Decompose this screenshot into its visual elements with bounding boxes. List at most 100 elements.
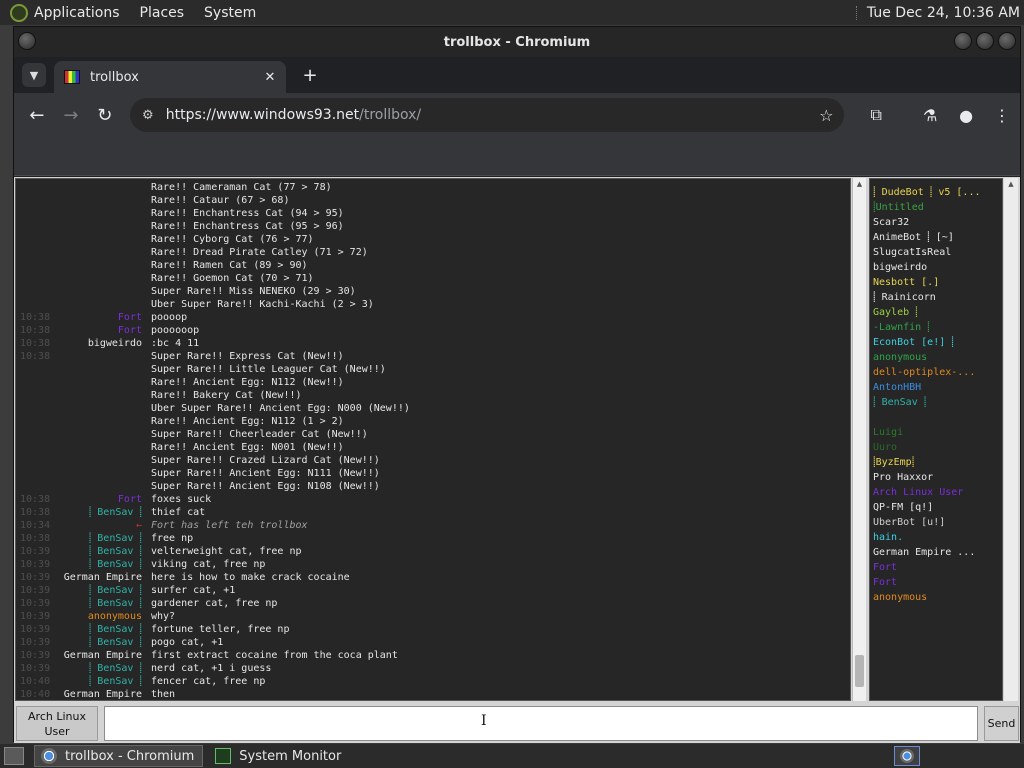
user-list-item[interactable]: SlugcatIsReal (870, 245, 1002, 260)
message-nick[interactable]: bigweirdo (88, 337, 142, 350)
reload-button[interactable]: ↻ (88, 98, 122, 132)
close-tab-icon[interactable]: ✕ (260, 70, 280, 85)
show-desktop-icon[interactable] (4, 747, 24, 765)
message-nick[interactable]: ⸽ BenSav ⸽ (89, 597, 142, 610)
message-text: surfer cat, +1 (151, 585, 236, 596)
user-list-item[interactable]: AntonHBH (870, 380, 1002, 395)
nickname-button[interactable]: Arch Linux User (16, 706, 98, 741)
menu-system[interactable]: System (204, 5, 256, 21)
menu-places[interactable]: Places (140, 5, 185, 21)
user-list-item[interactable]: QP-FM [q!] (870, 500, 1002, 515)
user-list-item[interactable]: Gayleb ⸽ (870, 305, 1002, 320)
forward-button[interactable]: → (54, 98, 88, 132)
message-nick[interactable]: ⸽ BenSav ⸽ (89, 545, 142, 558)
user-list-item[interactable]: dell-optiplex-... (870, 365, 1002, 380)
window-menu-icon[interactable] (18, 32, 36, 50)
user-list-item[interactable]: ⸽ Rainicorn (870, 290, 1002, 305)
message-nick[interactable]: German Empire (64, 571, 142, 584)
user-list-item[interactable]: Pro Haxxor (870, 470, 1002, 485)
browser-menu-icon[interactable]: ⋮ (984, 98, 1020, 132)
message-nick[interactable]: Fort (118, 311, 142, 324)
user-list-item[interactable] (870, 410, 1002, 425)
user-list-item[interactable]: Luigi (870, 425, 1002, 440)
user-list-item[interactable]: hain. (870, 530, 1002, 545)
message-text: Super Rare!! Ancient Egg: N108 (New!!) (151, 481, 380, 492)
url-host: https://www.windows93.net (165, 107, 360, 123)
user-list-item[interactable]: Scar32 (870, 215, 1002, 230)
send-button[interactable]: Send (984, 706, 1019, 741)
scroll-thumb[interactable] (855, 655, 864, 687)
scroll-up-arrow-icon[interactable]: ▲ (1004, 178, 1018, 190)
user-list-item[interactable]: UberBot [u!] (870, 515, 1002, 530)
message-nick[interactable]: ⸽ BenSav ⸽ (89, 662, 142, 675)
nickname-line-2: User (44, 725, 70, 738)
user-list-item[interactable]: Arch Linux User (870, 485, 1002, 500)
user-list-item[interactable]: Uuro (870, 440, 1002, 455)
chat-message: Rare!! Bakery Cat (New!!) (16, 389, 850, 402)
bookmark-star-icon[interactable]: ☆ (808, 106, 844, 125)
menu-applications[interactable]: Applications (34, 5, 120, 21)
tab-search-button[interactable]: ▼ (22, 63, 46, 87)
message-nick[interactable]: ⸽ BenSav ⸽ (89, 558, 142, 571)
message-text: Rare!! Ancient Egg: N112 (New!!) (151, 377, 344, 388)
chat-message: 10:38 Fort poooop (16, 311, 850, 324)
message-nick[interactable]: ⸽ BenSav ⸽ (89, 623, 142, 636)
clock[interactable]: Tue Dec 24, 10:36 AM (867, 5, 1020, 21)
message-nick[interactable]: ⸽ BenSav ⸽ (89, 636, 142, 649)
close-window-icon[interactable] (998, 32, 1016, 50)
user-list-item[interactable]: German Empire ... (870, 545, 1002, 560)
user-list-item[interactable]: AnimeBot ⸽ [~] (870, 230, 1002, 245)
user-list-item[interactable]: ⸽ByzEmp⸽ (870, 455, 1002, 470)
user-list-scrollbar[interactable]: ▲ (1004, 178, 1018, 701)
message-nick[interactable]: ⸽ BenSav ⸽ (89, 584, 142, 597)
user-list-item[interactable]: bigweirdo (870, 260, 1002, 275)
window-titlebar[interactable]: trollbox - Chromium (14, 27, 1020, 57)
task-system-monitor[interactable]: System Monitor (209, 745, 349, 767)
message-nick[interactable]: Fort (118, 324, 142, 337)
tray-chromium-icon[interactable] (894, 746, 920, 766)
message-nick[interactable]: Fort (118, 493, 142, 506)
user-list-item[interactable]: ⸽Untitled (870, 200, 1002, 215)
address-bar[interactable]: ⚙ https://www.windows93.net/trollbox/ ☆ (129, 98, 845, 132)
user-list-item[interactable]: ⸽ DudeBot ⸽ v5 [... (870, 185, 1002, 200)
message-nick[interactable]: ⸽ BenSav ⸽ (89, 675, 142, 688)
user-list-item[interactable]: ⸽ BenSav ⸽ (870, 395, 1002, 410)
message-nick[interactable]: ⸽ BenSav ⸽ (89, 506, 142, 519)
message-nick[interactable]: German Empire (64, 649, 142, 662)
chat-log[interactable]: Rare!! Cameraman Cat (77 > 78) Rare!! Cat… (15, 178, 851, 701)
user-list-item[interactable]: Fort (870, 575, 1002, 590)
message-nick[interactable]: German Empire (64, 688, 142, 700)
user-list-item[interactable]: Fort (870, 560, 1002, 575)
profile-avatar-icon[interactable]: ● (948, 98, 984, 132)
message-text: nerd cat, +1 i guess (151, 663, 272, 674)
user-list-item[interactable]: anonymous (870, 590, 1002, 605)
chat-message: Rare!! Enchantress Cat (95 > 96) (16, 220, 850, 233)
message-text: :bc 4 11 (151, 338, 200, 349)
chat-message: Rare!! Ancient Egg: N001 (New!!) (16, 441, 850, 454)
labs-flask-icon[interactable]: ⚗ (912, 98, 948, 132)
distro-logo-icon[interactable] (10, 3, 28, 22)
message-time: 10:39 (20, 546, 51, 557)
user-list-item[interactable]: EconBot [e!] ⸽ (870, 335, 1002, 350)
scroll-up-arrow-icon[interactable]: ▲ (853, 178, 866, 190)
user-list-item[interactable]: Nesbott [.] (870, 275, 1002, 290)
url-text[interactable]: https://www.windows93.net/trollbox/ (166, 107, 809, 123)
back-button[interactable]: ← (20, 98, 54, 132)
site-info-icon[interactable]: ⚙ (130, 108, 166, 123)
user-list-item[interactable]: -Lawnfin ⸽ (870, 320, 1002, 335)
task-chromium[interactable]: trollbox - Chromium (34, 745, 204, 767)
minimize-icon[interactable] (954, 32, 972, 50)
new-tab-button[interactable]: + (298, 63, 322, 87)
message-nick[interactable]: ← (136, 519, 142, 532)
chat-message: 10:39 ⸽ BenSav ⸽ viking cat, free np (16, 558, 850, 571)
input-bar: Arch Linux User I Send (14, 704, 1020, 743)
maximize-icon[interactable] (976, 32, 994, 50)
message-input[interactable] (104, 706, 978, 741)
message-nick[interactable]: anonymous (88, 610, 142, 623)
chat-scrollbar[interactable]: ▲ (852, 178, 866, 701)
user-list-item[interactable]: anonymous (870, 350, 1002, 365)
tab-trollbox[interactable]: trollbox ✕ (54, 61, 286, 93)
message-nick[interactable]: ⸽ BenSav ⸽ (89, 532, 142, 545)
task-label: trollbox - Chromium (65, 748, 195, 764)
extensions-icon[interactable]: ⧉ (858, 98, 894, 132)
